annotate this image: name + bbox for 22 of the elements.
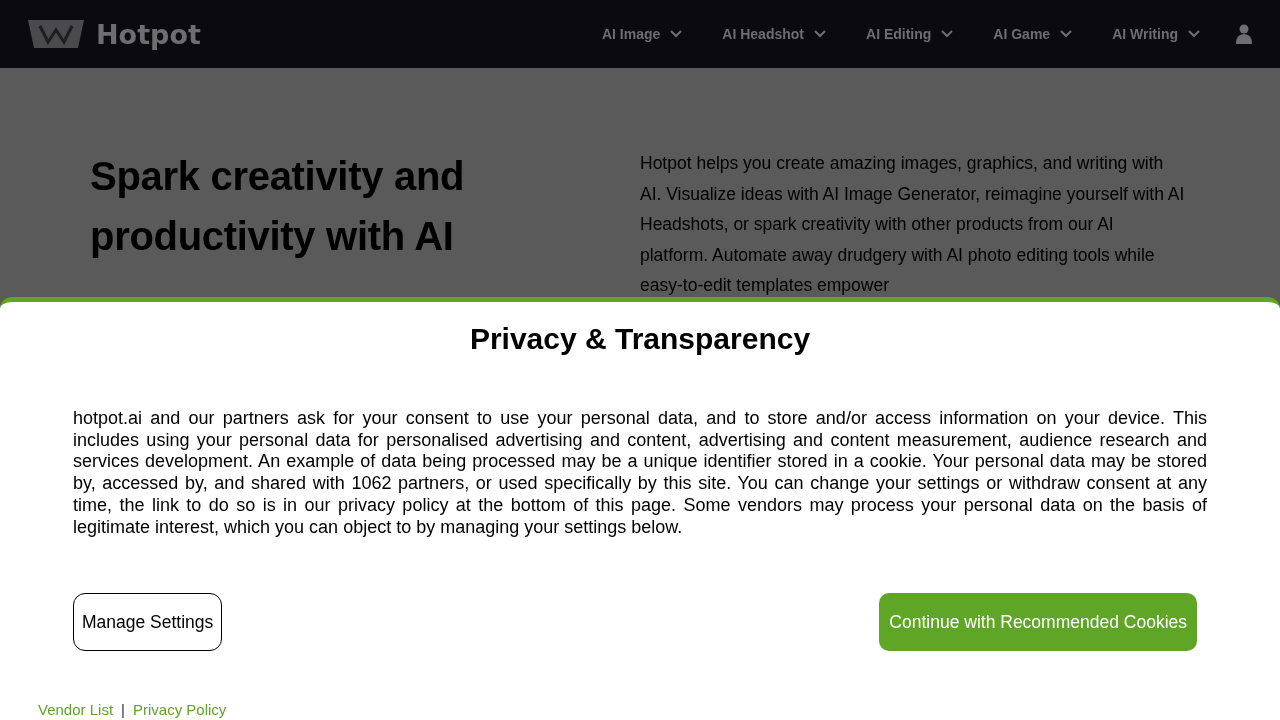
dialog-title: Privacy & Transparency [468,322,812,356]
nav-menu-item[interactable]: AI Image [601,26,683,42]
chevron-down-icon [1060,30,1073,38]
chevron-down-icon [941,30,954,38]
logo-text: Hotpot [96,18,201,50]
footer-link[interactable]: Vendor List [38,701,114,719]
consent-text: hotpot.ai and our partners ask for your consent to use your personal data, and to store and/or access information on your device. This includes using your personal data for personalised advertising and content, advertising and content measurement, audience research and services development. An example of data being processed may be a unique identifier stored in a cookie. Your personal data may be stored by, accessed by, and shared with 1062 partners, or used specifically by this site. You can change your settings or withdraw consent at any time, the link to do so is in our privacy policy at the bottom of this page. Some vendors may process your personal data on the basis of legitimate interest, which you can object to by managing your settings below. [73,408,1207,539]
nav-menu-item[interactable]: AI Headshot [722,26,826,42]
nav-menu-item[interactable]: AI Editing [866,26,954,42]
nav-menu-item[interactable]: AI Game [993,26,1073,42]
hero-heading: Spark creativity and productivity with AI [90,153,466,260]
link-separator: | [121,701,125,719]
secondary-button[interactable]: Manage Settings [73,593,223,651]
chevron-down-icon [670,30,683,38]
accept-button[interactable]: Continue with Recommended Cookies [879,593,1197,651]
chevron-down-icon [1188,30,1200,38]
nav-menu-item[interactable]: AI Writing [1112,26,1200,42]
hero-description: Hotpot helps you create amazing images, graphics, and writing with AI. Visualize ideas with AI Image Generator, reimagine yourself with AI Headshots, or spark creativity with other products from our AI platform. Automate away drudgery with AI photo editing tools while easy-to-edit templates empower [640,152,1185,297]
pot-icon [28,18,84,50]
footer-link[interactable]: Privacy Policy [132,701,227,719]
user-icon[interactable] [1236,24,1252,44]
chevron-down-icon [814,30,826,38]
